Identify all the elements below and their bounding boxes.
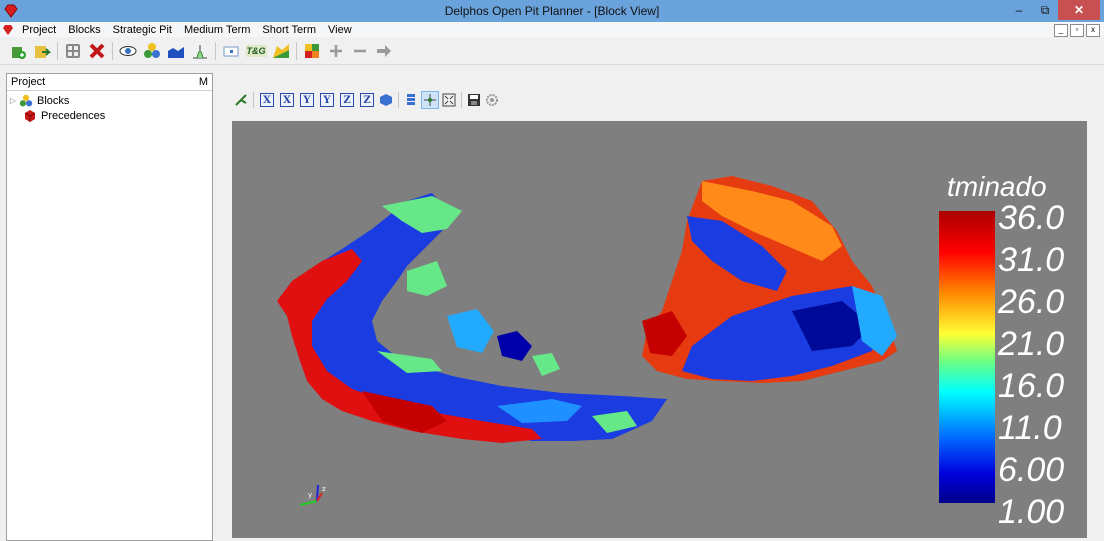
cube-red-icon xyxy=(24,109,36,122)
legend-label: 11.0 xyxy=(998,409,1062,447)
menu-short-term[interactable]: Short Term xyxy=(256,24,322,36)
menu-blocks[interactable]: Blocks xyxy=(62,24,106,36)
axes-triad-icon: y z xyxy=(299,484,326,506)
pit-dark-blue-block xyxy=(497,331,532,361)
view-y-minus-button[interactable]: Y xyxy=(320,93,334,107)
view-z-minus-button[interactable]: Z xyxy=(360,93,374,107)
plus-icon[interactable] xyxy=(326,41,346,61)
main-toolbar: T&G xyxy=(0,38,1104,65)
title-bar: Delphos Open Pit Planner - [Block View] … xyxy=(0,0,1104,22)
tree-item-label: Precedences xyxy=(41,109,106,122)
menu-medium-term[interactable]: Medium Term xyxy=(178,24,256,36)
pit-green-small xyxy=(532,353,560,376)
arrow-right-icon[interactable] xyxy=(374,41,394,61)
toolbar-separator xyxy=(253,92,254,108)
axis-y-label: y xyxy=(308,491,312,499)
new-project-icon[interactable] xyxy=(8,41,28,61)
iso-view-icon[interactable] xyxy=(378,92,394,108)
calculator-icon[interactable] xyxy=(63,41,83,61)
pit-cyan-block xyxy=(447,309,494,353)
legend-label: 31.0 xyxy=(998,241,1065,279)
settings-gear-icon[interactable] xyxy=(484,92,500,108)
panel-title: Project xyxy=(11,76,46,88)
toolbar-separator xyxy=(57,42,58,60)
document-icon[interactable] xyxy=(2,24,14,36)
menu-view[interactable]: View xyxy=(322,24,358,36)
open-project-icon[interactable] xyxy=(32,41,52,61)
layers-icon[interactable] xyxy=(403,92,419,108)
tg-icon[interactable]: T&G xyxy=(245,41,267,61)
delete-icon[interactable] xyxy=(87,41,107,61)
expand-arrow-icon[interactable]: ▷ xyxy=(7,96,19,105)
fit-view-icon[interactable] xyxy=(441,92,457,108)
legend-label: 6.00 xyxy=(998,451,1065,489)
axis-z-label: z xyxy=(322,485,326,493)
minimize-button[interactable]: – xyxy=(1006,0,1032,20)
mdi-restore-button[interactable]: ▫ xyxy=(1070,24,1084,37)
toolbar-separator xyxy=(112,42,113,60)
close-button[interactable]: ✕ xyxy=(1058,0,1100,20)
sheet-icon[interactable] xyxy=(221,41,241,61)
toolbar-separator xyxy=(398,92,399,108)
tree-item-precedences[interactable]: Precedences xyxy=(7,108,212,123)
toolbar-separator xyxy=(215,42,216,60)
blocks-icon[interactable] xyxy=(142,41,162,61)
legend-label: 1.00 xyxy=(998,493,1065,531)
menu-project[interactable]: Project xyxy=(16,24,62,36)
pit-icon[interactable] xyxy=(271,41,291,61)
project-panel-header: Project M xyxy=(7,74,212,91)
panel-header-right: M xyxy=(198,76,208,88)
legend-label: 26.0 xyxy=(998,283,1065,321)
mdi-minimize-button[interactable]: _ xyxy=(1054,24,1068,37)
legend-label: 21.0 xyxy=(998,325,1065,363)
view-x-minus-button[interactable]: X xyxy=(280,93,294,107)
mdi-close-button[interactable]: x xyxy=(1086,24,1100,37)
view-x-plus-button[interactable]: X xyxy=(260,93,274,107)
view-y-plus-button[interactable]: Y xyxy=(300,93,314,107)
toolbar-separator xyxy=(296,42,297,60)
eye-icon[interactable] xyxy=(118,41,138,61)
pointer-icon[interactable] xyxy=(233,92,249,108)
legend-label: 16.0 xyxy=(998,367,1065,405)
blocks-icon xyxy=(19,94,33,106)
window-title: Delphos Open Pit Planner - [Block View] xyxy=(444,4,660,18)
tg-label: T&G xyxy=(245,45,267,57)
pan-icon[interactable] xyxy=(421,91,439,109)
save-icon[interactable] xyxy=(466,92,482,108)
menu-strategic-pit[interactable]: Strategic Pit xyxy=(107,24,178,36)
maximize-button[interactable]: ⧉ xyxy=(1032,0,1058,20)
tree-item-label: Blocks xyxy=(37,94,70,107)
toolbar-separator xyxy=(461,92,462,108)
menu-bar: Project Blocks Strategic Pit Medium Term… xyxy=(0,22,1104,37)
view-z-plus-button[interactable]: Z xyxy=(340,93,354,107)
histogram-icon[interactable] xyxy=(190,41,210,61)
viewer-toolbar: X X Y Y Z Z xyxy=(232,88,501,112)
area-chart-icon[interactable] xyxy=(166,41,186,61)
legend-color-bar xyxy=(939,211,995,503)
pit-green-patch xyxy=(407,261,447,296)
minus-icon[interactable] xyxy=(350,41,370,61)
project-panel: Project M ▷ Blocks Precedences xyxy=(6,73,213,541)
color-icon[interactable] xyxy=(302,41,322,61)
legend-label: 36.0 xyxy=(998,199,1065,237)
tree-item-blocks[interactable]: ▷ Blocks xyxy=(7,93,212,108)
